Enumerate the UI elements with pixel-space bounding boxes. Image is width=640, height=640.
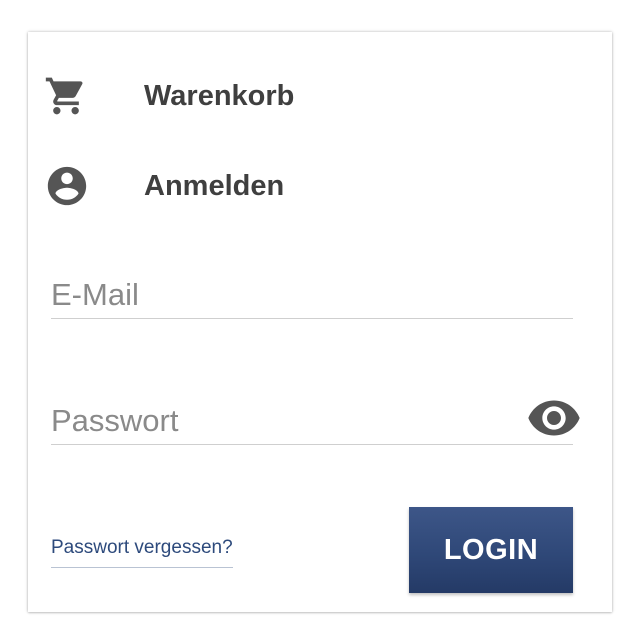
password-input[interactable] (51, 398, 511, 444)
account-circle-icon (44, 162, 96, 210)
email-input[interactable] (51, 272, 573, 318)
menu-item-cart[interactable]: Warenkorb (44, 72, 294, 120)
forgot-password-link[interactable]: Passwort vergessen? (51, 537, 233, 568)
login-button[interactable]: LOGIN (409, 507, 573, 593)
email-field (51, 272, 573, 319)
menu-item-login[interactable]: Anmelden (44, 162, 284, 210)
menu-item-cart-label: Warenkorb (144, 79, 295, 112)
eye-icon[interactable] (526, 400, 582, 436)
shopping-cart-icon (44, 72, 96, 120)
password-field (51, 398, 573, 445)
login-menu-panel: Warenkorb Anmelden Passwort vergessen? L… (28, 32, 612, 612)
menu-item-login-label: Anmelden (144, 169, 285, 202)
